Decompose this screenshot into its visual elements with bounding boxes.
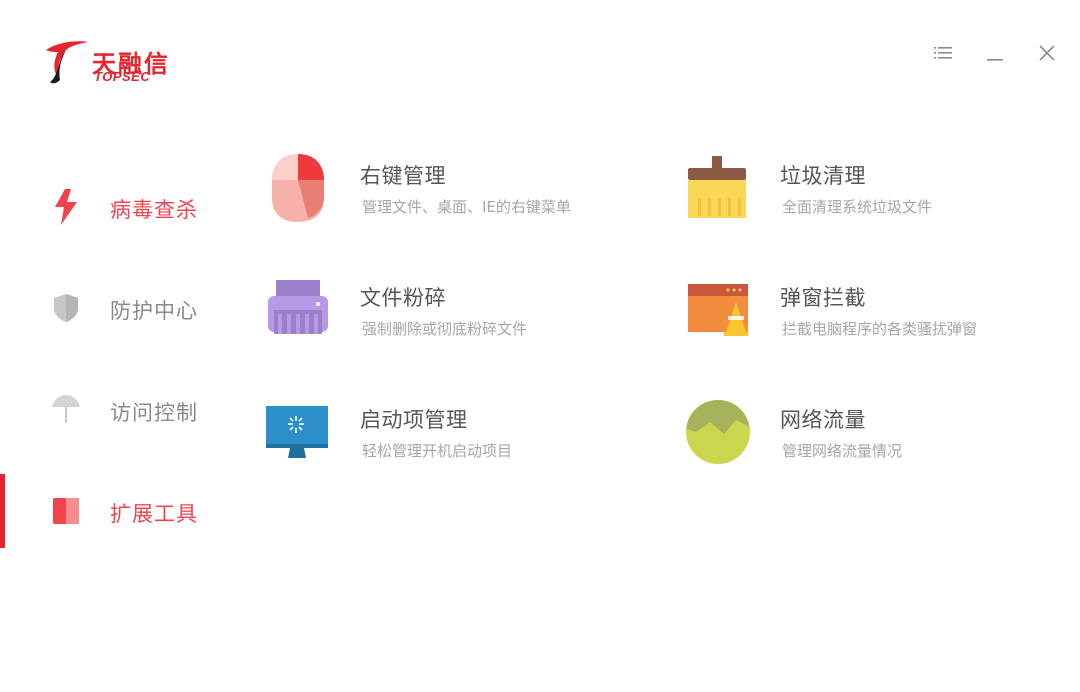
tool-title: 文件粉碎 [360,286,446,310]
sidebar: 病毒查杀 防护中心 访问控制 扩展工具 [0,150,240,570]
shield-icon [52,292,80,324]
minimize-icon [987,59,1003,61]
umbrella-icon [52,394,80,426]
broom-icon [688,156,746,218]
close-icon [1039,45,1055,61]
app-window: 天融信 TOPSEC 病毒查杀 防护中心 访问控制 扩展工具 右键管理 管理文件… [0,0,1080,692]
minimize-button[interactable] [980,38,1010,68]
tool-title: 网络流量 [780,408,866,432]
tool-popup-blocker[interactable]: 弹窗拦截 拦截电脑程序的各类骚扰弹窗 [684,276,1064,356]
network-traffic-icon [686,400,750,464]
active-indicator [0,474,5,548]
menu-button[interactable] [928,38,958,68]
tool-title: 垃圾清理 [780,164,866,188]
topsec-swoosh-icon [46,41,88,84]
tool-title: 右键管理 [360,164,446,188]
sidebar-item-access-control[interactable]: 访问控制 [0,373,240,447]
tool-junk-cleaner[interactable]: 垃圾清理 全面清理系统垃圾文件 [684,154,1064,234]
mouse-icon [272,154,324,222]
tool-desc: 管理网络流量情况 [782,442,903,460]
tool-title: 启动项管理 [360,408,468,432]
sidebar-item-label: 防护中心 [110,299,198,323]
close-button[interactable] [1032,38,1062,68]
tool-title: 弹窗拦截 [780,286,866,310]
monitor-icon [266,406,328,458]
tool-desc: 轻松管理开机启动项目 [362,442,513,460]
tool-startup-manager[interactable]: 启动项管理 轻松管理开机启动项目 [264,398,644,478]
brand-name-en: TOPSEC [94,69,151,84]
sidebar-item-label: 病毒查杀 [110,198,198,222]
toolbox-icon [52,495,80,527]
tool-desc: 拦截电脑程序的各类骚扰弹窗 [782,320,978,338]
list-menu-icon [934,47,952,59]
sidebar-item-label: 扩展工具 [110,502,198,526]
shredder-icon [268,280,328,334]
sidebar-item-extension-tools[interactable]: 扩展工具 [0,474,240,548]
popup-block-icon [688,284,748,336]
sidebar-item-protection-center[interactable]: 防护中心 [0,271,240,345]
tool-network-traffic[interactable]: 网络流量 管理网络流量情况 [684,398,1064,478]
sidebar-item-virus-scan[interactable]: 病毒查杀 [0,170,240,244]
sidebar-item-label: 访问控制 [110,401,198,425]
tool-desc: 强制删除或彻底粉碎文件 [362,320,528,338]
lightning-icon [52,189,80,225]
brand-logo: 天融信 TOPSEC [42,38,192,88]
tool-file-shredder[interactable]: 文件粉碎 强制删除或彻底粉碎文件 [264,276,644,356]
tool-context-menu-manager[interactable]: 右键管理 管理文件、桌面、IE的右键菜单 [264,154,644,234]
tool-desc: 管理文件、桌面、IE的右键菜单 [362,198,571,216]
tool-desc: 全面清理系统垃圾文件 [782,198,933,216]
